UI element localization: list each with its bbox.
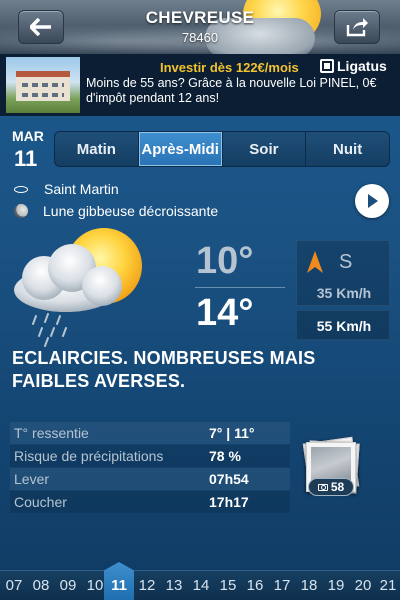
moon-row: Lune gibbeuse décroissante <box>12 203 218 219</box>
share-icon <box>346 18 368 37</box>
day-item-10[interactable]: 10 <box>82 577 108 594</box>
day-item-17[interactable]: 17 <box>269 577 295 594</box>
saint-row: Saint Martin <box>12 181 119 197</box>
day-item-20[interactable]: 20 <box>350 577 376 594</box>
share-button[interactable] <box>334 10 380 44</box>
photos-button[interactable]: 58 <box>302 436 360 498</box>
photo-count: 58 <box>330 480 345 494</box>
date-weekday: MAR <box>12 128 44 144</box>
ad-text: Moins de 55 ans? Grâce à la nouvelle Loi… <box>86 76 377 105</box>
wind-average: 35 Km/h <box>316 285 372 301</box>
app-header: CHEVREUSE 78460 <box>0 0 400 54</box>
detail-label: Coucher <box>14 494 67 510</box>
ligatus-logo-icon <box>320 59 334 73</box>
date-day: 11 <box>14 146 38 171</box>
wind-gust: 55 Km/h <box>316 318 372 334</box>
ad-title: Investir dès 122€/mois <box>160 60 299 75</box>
play-button[interactable] <box>355 184 389 218</box>
wind-panel: S 35 Km/h <box>296 240 390 306</box>
photo-count-badge: 58 <box>308 478 354 496</box>
day-item-19[interactable]: 19 <box>323 577 349 594</box>
wind-direction-arrow-icon <box>307 251 323 273</box>
tab-nuit[interactable]: Nuit <box>306 132 389 166</box>
detail-value: 17h17 <box>209 494 249 510</box>
day-item-11[interactable]: 11 <box>106 577 132 594</box>
saint-halo-icon <box>14 185 28 193</box>
day-item-13[interactable]: 13 <box>161 577 187 594</box>
detail-label: Risque de précipitations <box>14 448 164 464</box>
moon-phase-icon <box>14 204 28 218</box>
camera-icon <box>317 483 328 491</box>
detail-value: 7° | 11° <box>209 425 255 441</box>
tab-soir[interactable]: Soir <box>223 132 307 166</box>
day-item-18[interactable]: 18 <box>296 577 322 594</box>
ad-brand-logo: Ligatus <box>320 58 387 74</box>
day-item-14[interactable]: 14 <box>188 577 214 594</box>
ad-image <box>6 57 80 113</box>
day-item-21[interactable]: 21 <box>375 577 400 594</box>
day-item-16[interactable]: 16 <box>242 577 268 594</box>
rain-sun-cloud-icon <box>14 228 142 347</box>
detail-label: T° ressentie <box>14 425 89 441</box>
weather-description: ECLAIRCIES. NOMBREUSES MAIS FAIBLES AVER… <box>12 348 316 391</box>
day-item-09[interactable]: 09 <box>55 577 81 594</box>
day-item-15[interactable]: 15 <box>215 577 241 594</box>
tab-matin[interactable]: Matin <box>55 132 139 166</box>
day-item-07[interactable]: 07 <box>1 577 27 594</box>
temp-max: 14° <box>196 292 254 334</box>
day-item-08[interactable]: 08 <box>28 577 54 594</box>
details-row: T° ressentie 7° | 11° <box>10 422 290 444</box>
tab-apres-midi[interactable]: Après-Midi <box>138 132 223 166</box>
play-icon <box>368 194 378 208</box>
detail-value: 78 % <box>209 448 241 464</box>
saint-name: Saint Martin <box>44 181 119 197</box>
temp-min: 10° <box>196 240 254 282</box>
day-item-12[interactable]: 12 <box>134 577 160 594</box>
details-row: Risque de précipitations 78 % <box>10 445 290 467</box>
wind-gust-panel: 55 Km/h <box>296 310 390 340</box>
detail-value: 07h54 <box>209 471 249 487</box>
details-table: T° ressentie 7° | 11° Risque de précipit… <box>10 422 290 514</box>
details-row: Coucher 17h17 <box>10 491 290 513</box>
period-tabs: Matin Après-Midi Soir Nuit <box>54 131 390 167</box>
ad-banner[interactable]: Investir dès 122€/mois Ligatus Moins de … <box>0 54 400 116</box>
wind-direction: S <box>339 251 353 273</box>
detail-label: Lever <box>14 471 50 487</box>
temp-divider <box>195 287 285 288</box>
ad-brand: Ligatus <box>337 58 387 74</box>
details-row: Lever 07h54 <box>10 468 290 490</box>
moon-phase: Lune gibbeuse décroissante <box>43 203 219 219</box>
